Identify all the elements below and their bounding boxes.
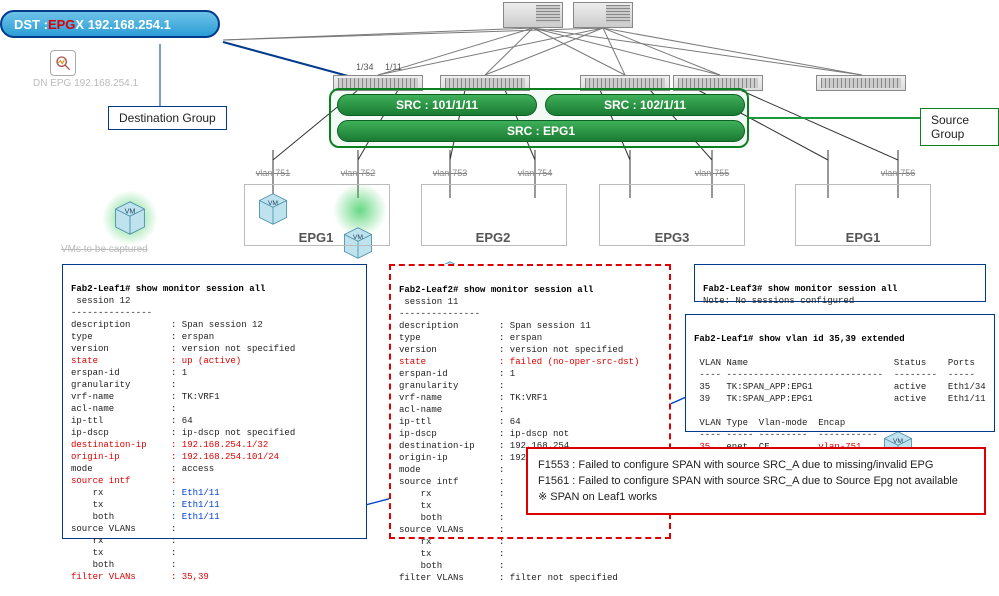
vm-sample-icon xyxy=(112,200,148,239)
vlan-752: vlan-752 xyxy=(338,168,378,178)
leaf3-cmd: Fab2-Leaf3# show monitor session all xyxy=(703,284,897,294)
vlan-r1: 35 TK:SPAN_APP:EPG1 active Eth1/34 xyxy=(694,382,986,392)
vm-caption: VMs to be captured xyxy=(61,244,148,255)
vlan-753: vlan-753 xyxy=(430,168,470,178)
callout-destination-group: Destination Group xyxy=(108,106,227,130)
leaf3-terminal: Fab2-Leaf3# show monitor session all Not… xyxy=(694,264,986,302)
dst-epg: EPG xyxy=(48,17,75,32)
epg1-box-b xyxy=(795,184,931,246)
epg3-box xyxy=(599,184,745,246)
spine-1 xyxy=(503,2,563,28)
leaf1-cmd: Fab2-Leaf1# show monitor session all xyxy=(71,284,265,294)
callout-source-group: Source Group xyxy=(920,108,999,146)
vlan-cmd: Fab2-Leaf1# show vlan id 35,39 extended xyxy=(694,334,905,344)
dn-label: DN EPG 192.168.254.1 xyxy=(33,78,138,89)
vlan-hdr1: VLAN Name Status Ports xyxy=(694,358,975,368)
fault-callout: F1553 : Failed to configure SPAN with so… xyxy=(526,447,986,515)
leaf2-cmd: Fab2-Leaf2# show monitor session all xyxy=(399,285,593,295)
vlan-r2: 39 TK:SPAN_APP:EPG1 active Eth1/11 xyxy=(694,394,986,404)
leaf1-rows: description: Span session 12type: erspan… xyxy=(71,319,358,583)
vlan-754: vlan-754 xyxy=(515,168,555,178)
epg2-box xyxy=(421,184,567,246)
leaf3-note: Note: No sessions configured xyxy=(703,296,854,306)
vlan-756: vlan-756 xyxy=(878,168,918,178)
port-label-111: 1/11 xyxy=(385,62,402,72)
port-label-134: 1/34 xyxy=(356,62,374,72)
src-epg-capsule: SRC : EPG1 xyxy=(337,120,745,142)
vlan-751: vlan-751 xyxy=(253,168,293,178)
src-a-capsule: SRC : 101/1/11 xyxy=(337,94,537,116)
fault-f1553: F1553 : Failed to configure SPAN with so… xyxy=(538,457,974,473)
leaf2-session: session 11 xyxy=(399,297,458,307)
vlan-terminal: Fab2-Leaf1# show vlan id 35,39 extended … xyxy=(685,314,995,432)
fault-f1561: F1561 : Failed to configure SPAN with so… xyxy=(538,473,974,489)
vlan-hdr2: VLAN Type Vlan-mode Encap xyxy=(694,418,845,428)
fault-note: ※ SPAN on Leaf1 works xyxy=(538,489,974,505)
epg1-box-a xyxy=(244,184,390,246)
dst-prefix: DST : xyxy=(14,17,48,32)
leaf2-divider: --------------- xyxy=(399,309,480,319)
leaf-5 xyxy=(816,75,906,91)
spine-2 xyxy=(573,2,633,28)
vlan-755: vlan-755 xyxy=(692,168,732,178)
leaf1-terminal: Fab2-Leaf1# show monitor session all ses… xyxy=(62,264,367,539)
analyzer-icon xyxy=(50,50,76,76)
leaf1-divider: --------------- xyxy=(71,308,152,318)
callout-source-text: Source Group xyxy=(931,113,969,141)
leaf1-session: session 12 xyxy=(71,296,130,306)
dst-capsule: DST : EPG X 192.168.254.1 xyxy=(0,10,220,38)
src-b-capsule: SRC : 102/1/11 xyxy=(545,94,745,116)
callout-destination-text: Destination Group xyxy=(119,111,216,125)
dst-rest: X 192.168.254.1 xyxy=(75,17,170,32)
source-group-box: SRC : 101/1/11 SRC : 102/1/11 SRC : EPG1 xyxy=(329,88,749,148)
